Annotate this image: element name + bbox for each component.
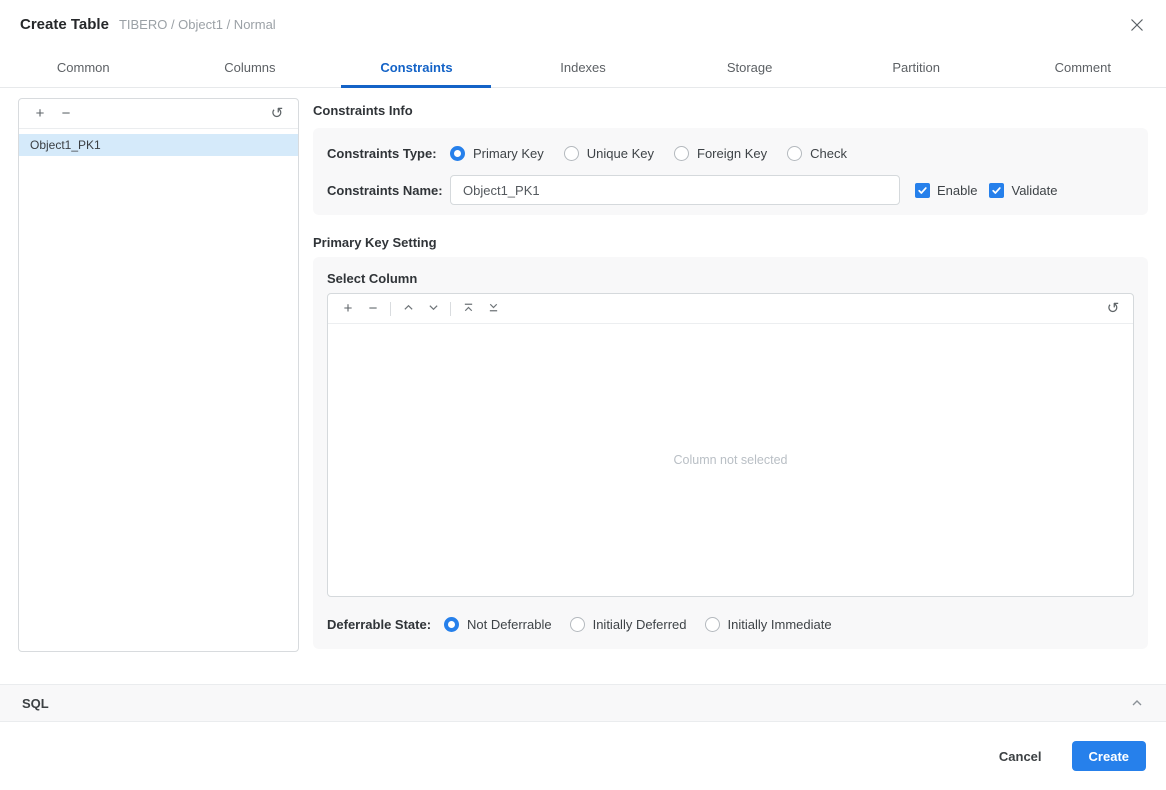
close-button[interactable]: [1129, 18, 1145, 34]
radio-initially-immediate[interactable]: Initially Immediate: [704, 616, 832, 632]
minus-icon: −: [61, 105, 71, 122]
tab-label: Indexes: [560, 60, 606, 75]
refresh-icon: ↺: [270, 105, 284, 122]
move-to-bottom-button[interactable]: [485, 301, 501, 317]
deferrable-state-group: Not Deferrable Initially Deferred Initia…: [444, 616, 832, 632]
radio-icon: [787, 145, 803, 161]
chevron-up-icon: [402, 301, 415, 317]
list-item-constraint[interactable]: Object1_PK1: [19, 134, 298, 156]
constraints-detail: Constraints Info Constraints Type: Prima…: [313, 98, 1148, 649]
constraints-type-group: Primary Key Unique Key Foreign Key Check: [450, 145, 847, 161]
move-up-button[interactable]: [400, 301, 416, 317]
radio-icon: [450, 145, 465, 161]
remove-constraint-button[interactable]: −: [58, 106, 74, 122]
collapse-chevron-up-icon: [1130, 696, 1144, 710]
radio-foreign-key[interactable]: Foreign Key: [674, 145, 768, 161]
tab-label: Storage: [726, 60, 773, 75]
constraints-type-row: Constraints Type: Primary Key Unique Key…: [327, 138, 1134, 168]
radio-not-deferrable[interactable]: Not Deferrable: [444, 616, 552, 632]
dialog-header: Create Table TIBERO / Object1 / Normal: [0, 0, 1166, 48]
radio-icon: [674, 145, 690, 161]
radio-label: Check: [810, 145, 847, 161]
dialog-breadcrumb: TIBERO / Object1 / Normal: [118, 16, 276, 32]
tab-label: Common: [56, 60, 110, 75]
move-to-top-icon: [462, 301, 475, 317]
constraint-list: Object1_PK1: [19, 129, 298, 156]
add-constraint-button[interactable]: +: [32, 106, 48, 122]
refresh-icon: ↺: [1106, 300, 1120, 317]
column-empty-state: Column not selected: [673, 453, 788, 467]
move-down-button[interactable]: [425, 301, 441, 317]
radio-icon: [569, 616, 585, 632]
radio-label: Foreign Key: [697, 145, 768, 161]
radio-initially-deferred[interactable]: Initially Deferred: [569, 616, 687, 632]
refresh-constraints-button[interactable]: ↺: [269, 106, 285, 122]
tab-constraints[interactable]: Constraints: [333, 48, 500, 87]
constraints-info-title: Constraints Info: [313, 103, 413, 118]
move-to-top-button[interactable]: [460, 301, 476, 317]
radio-icon: [444, 616, 460, 632]
radio-label: Initially Immediate: [727, 616, 832, 632]
dialog-title: Create Table: [20, 15, 109, 33]
tab-label: Columns: [224, 60, 276, 75]
select-column-toolbar: + − ↺: [328, 294, 1133, 324]
radio-primary-key[interactable]: Primary Key: [450, 145, 544, 161]
radio-icon: [704, 616, 720, 632]
deferrable-state-row: Deferrable State: Not Deferrable Initial…: [327, 609, 1134, 639]
tab-comment[interactable]: Comment: [999, 48, 1166, 87]
radio-label: Initially Deferred: [592, 616, 687, 632]
dialog-footer: Cancel Create: [999, 741, 1146, 771]
checkbox-label: Validate: [1011, 182, 1058, 198]
tab-common[interactable]: Common: [0, 48, 167, 87]
chevron-down-icon: [427, 301, 440, 317]
sql-section-label: SQL: [22, 695, 49, 711]
sql-section-toggle[interactable]: SQL: [0, 684, 1166, 722]
checkbox-label: Enable: [937, 182, 978, 198]
tab-partition[interactable]: Partition: [833, 48, 1000, 87]
tab-bar: Common Columns Constraints Indexes Stora…: [0, 48, 1166, 88]
minus-icon: −: [368, 300, 378, 317]
close-icon: [1130, 18, 1144, 35]
deferrable-state-label: Deferrable State:: [327, 616, 432, 632]
select-column-label: Select Column: [327, 271, 418, 286]
radio-label: Primary Key: [473, 145, 544, 161]
plus-icon: +: [343, 300, 353, 317]
radio-label: Unique Key: [586, 145, 655, 161]
move-to-bottom-icon: [487, 301, 500, 317]
constraints-name-row: Constraints Name: Enable Validate: [327, 175, 1134, 205]
cancel-button[interactable]: Cancel: [999, 749, 1042, 764]
tab-indexes[interactable]: Indexes: [500, 48, 667, 87]
validate-checkbox[interactable]: Validate: [989, 182, 1058, 198]
checkbox-icon: [989, 182, 1005, 198]
constraint-list-toolbar: + − ↺: [19, 99, 298, 129]
primary-key-setting-panel: Select Column + − ↺ Column not selected …: [313, 257, 1148, 649]
constraints-info-panel: Constraints Type: Primary Key Unique Key…: [313, 128, 1148, 215]
primary-key-setting-title: Primary Key Setting: [313, 235, 437, 250]
tab-label: Partition: [892, 60, 941, 75]
tab-storage[interactable]: Storage: [666, 48, 833, 87]
tab-label: Comment: [1054, 60, 1111, 75]
tab-columns[interactable]: Columns: [167, 48, 334, 87]
constraints-name-label: Constraints Name:: [327, 182, 443, 198]
enable-checkbox[interactable]: Enable: [915, 182, 978, 198]
select-column-box: + − ↺ Column not selected: [327, 293, 1134, 597]
remove-column-button[interactable]: −: [365, 301, 381, 317]
tab-label: Constraints: [380, 60, 453, 75]
plus-icon: +: [35, 105, 45, 122]
checkbox-icon: [915, 182, 930, 198]
constraint-list-panel: + − ↺ Object1_PK1: [18, 98, 299, 652]
radio-icon: [563, 145, 579, 161]
radio-unique-key[interactable]: Unique Key: [563, 145, 655, 161]
radio-label: Not Deferrable: [467, 616, 552, 632]
toolbar-divider: [450, 301, 451, 316]
constraints-name-input[interactable]: [450, 175, 900, 205]
constraints-type-label: Constraints Type:: [327, 145, 437, 161]
create-button[interactable]: Create: [1071, 741, 1146, 771]
refresh-columns-button[interactable]: ↺: [1105, 301, 1121, 317]
add-column-button[interactable]: +: [340, 301, 356, 317]
toolbar-divider: [390, 301, 391, 316]
radio-check[interactable]: Check: [787, 145, 847, 161]
